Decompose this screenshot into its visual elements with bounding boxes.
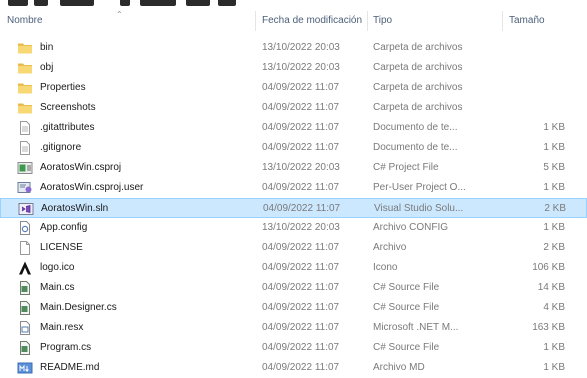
file-name: AoratosWin.sln [41, 203, 109, 214]
text-file-icon [17, 141, 33, 155]
file-row[interactable]: .gitattributes 04/09/2022 11:07 Document… [0, 118, 587, 138]
file-type: Archivo [373, 242, 407, 253]
file-name: .gitignore [40, 142, 82, 153]
folder-icon [17, 41, 33, 55]
file-name: README.md [40, 362, 100, 373]
file-size [508, 58, 565, 78]
config-file-icon [17, 221, 33, 235]
file-type: Visual Studio Solu... [374, 203, 464, 214]
file-type: C# Source File [373, 302, 440, 313]
csharp-source-icon [17, 301, 33, 315]
file-size: 2 KB [543, 242, 565, 253]
file-size: 1 KB [543, 362, 565, 373]
resx-file-icon [17, 321, 33, 335]
text-file-icon [17, 121, 33, 135]
file-size: 1 KB [543, 342, 565, 353]
file-size: 1 KB [543, 142, 565, 153]
file-list: bin 13/10/2022 20:03 Carpeta de archivos… [0, 38, 587, 378]
column-divider[interactable] [502, 11, 503, 31]
file-size: 2 KB [544, 203, 566, 214]
file-row[interactable]: Main.cs 04/09/2022 11:07 C# Source File … [0, 278, 587, 298]
file-name: App.config [40, 222, 88, 233]
file-type: Documento de te... [373, 122, 458, 133]
file-size: 5 KB [543, 162, 565, 173]
file-row[interactable]: LICENSE 04/09/2022 11:07 Archivo 2 KB [0, 238, 587, 258]
file-type: Per-User Project O... [373, 182, 466, 193]
column-header-name[interactable]: Nombre [7, 7, 237, 35]
blank-file-icon [17, 241, 33, 255]
file-size: 1 KB [543, 182, 565, 193]
file-row[interactable]: Program.cs 04/09/2022 11:07 C# Source Fi… [0, 338, 587, 358]
file-size: 1 KB [543, 122, 565, 133]
column-header-size[interactable]: Tamaño [509, 7, 579, 35]
file-row[interactable]: Properties 04/09/2022 11:07 Carpeta de a… [0, 78, 587, 98]
file-type: C# Project File [373, 162, 439, 173]
file-type: Carpeta de archivos [373, 102, 463, 113]
file-size: 106 KB [532, 262, 565, 273]
file-type: C# Source File [373, 342, 440, 353]
file-name: Main.cs [40, 282, 75, 293]
file-row[interactable]: obj 13/10/2022 20:03 Carpeta de archivos [0, 58, 587, 78]
column-divider[interactable] [255, 11, 256, 31]
file-row[interactable]: App.config 13/10/2022 20:03 Archivo CONF… [0, 218, 587, 238]
markdown-file-icon [17, 361, 33, 375]
file-size [508, 78, 565, 98]
file-row[interactable]: AoratosWin.csproj 13/10/2022 20:03 C# Pr… [0, 158, 587, 178]
file-size: 14 KB [537, 282, 565, 293]
csproj-icon [17, 161, 33, 175]
file-name: obj [40, 62, 54, 73]
file-name: bin [40, 42, 54, 53]
file-explorer-list: ⌃ Nombre Fecha de modificación Tipo Tama… [0, 0, 587, 378]
file-row[interactable]: bin 13/10/2022 20:03 Carpeta de archivos [0, 38, 587, 58]
folder-icon [17, 81, 33, 95]
user-project-icon [17, 181, 33, 195]
folder-icon [17, 101, 33, 115]
file-size [508, 38, 565, 58]
file-row[interactable]: AoratosWin.csproj.user 04/09/2022 11:07 … [0, 178, 587, 198]
file-size: 1 KB [543, 222, 565, 233]
file-type: Carpeta de archivos [373, 42, 463, 53]
file-type: Documento de te... [373, 142, 458, 153]
file-name: logo.ico [40, 262, 75, 273]
logo-ico-icon [17, 261, 33, 275]
file-row[interactable]: Screenshots 04/09/2022 11:07 Carpeta de … [0, 98, 587, 118]
column-header-type[interactable]: Tipo [373, 7, 498, 35]
file-row[interactable]: AoratosWin.sln 04/09/2022 11:07 Visual S… [0, 198, 587, 218]
file-name: AoratosWin.csproj.user [40, 182, 144, 193]
file-type: Icono [373, 262, 398, 273]
file-row[interactable]: README.md 04/09/2022 11:07 Archivo MD 1 … [0, 358, 587, 378]
file-name: Screenshots [40, 102, 96, 113]
column-header-bar: ⌃ Nombre Fecha de modificación Tipo Tama… [0, 7, 587, 35]
file-type: C# Source File [373, 282, 440, 293]
file-type: Archivo MD [373, 362, 425, 373]
column-divider[interactable] [367, 11, 368, 31]
csharp-source-icon [17, 341, 33, 355]
file-row[interactable]: logo.ico 04/09/2022 11:07 Icono 106 KB [0, 258, 587, 278]
file-row[interactable]: .gitignore 04/09/2022 11:07 Documento de… [0, 138, 587, 158]
csharp-source-icon [17, 281, 33, 295]
folder-icon [17, 61, 33, 75]
cropped-top-edge [0, 0, 587, 6]
file-type: Microsoft .NET M... [373, 322, 459, 333]
file-name: AoratosWin.csproj [40, 162, 122, 173]
file-type: Carpeta de archivos [373, 62, 463, 73]
file-size [508, 98, 565, 118]
file-name: LICENSE [40, 242, 83, 253]
file-name: .gitattributes [40, 122, 95, 133]
file-size: 4 KB [543, 302, 565, 313]
file-name: Program.cs [40, 342, 92, 353]
visual-studio-solution-icon [18, 202, 34, 216]
file-name: Main.resx [40, 322, 84, 333]
file-name: Properties [40, 82, 86, 93]
file-type: Archivo CONFIG [373, 222, 449, 233]
file-row[interactable]: Main.resx 04/09/2022 11:07 Microsoft .NE… [0, 318, 587, 338]
file-type: Carpeta de archivos [373, 82, 463, 93]
column-header-date[interactable]: Fecha de modificación [262, 7, 367, 35]
file-size: 163 KB [532, 322, 565, 333]
file-name: Main.Designer.cs [40, 302, 117, 313]
file-row[interactable]: Main.Designer.cs 04/09/2022 11:07 C# Sou… [0, 298, 587, 318]
